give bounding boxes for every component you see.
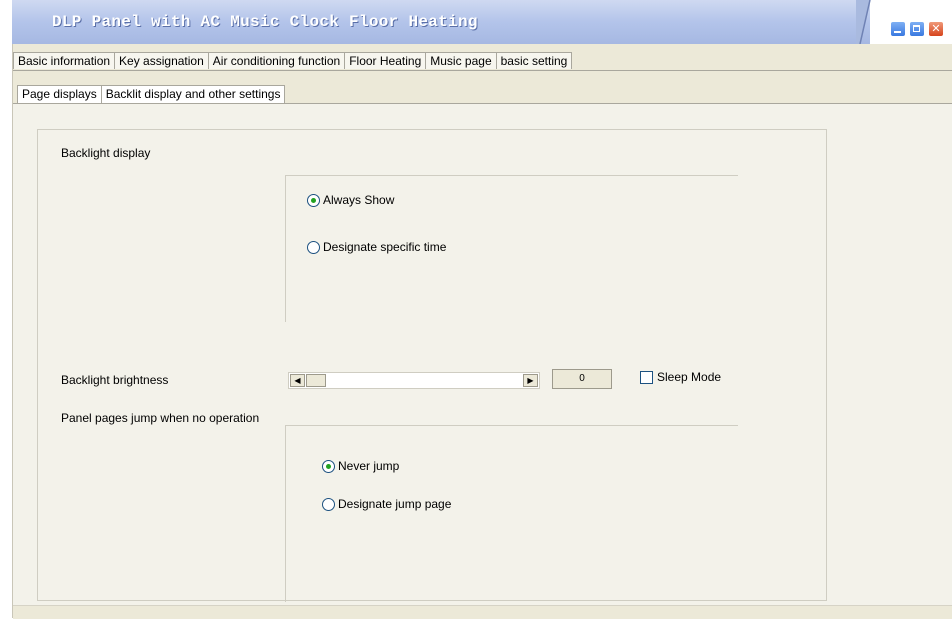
scroll-left-arrow-icon[interactable]: ◀ xyxy=(290,374,305,387)
radio-always-show-label: Always Show xyxy=(323,193,395,207)
tab-divider xyxy=(13,70,952,71)
close-button[interactable]: ✕ xyxy=(928,21,944,37)
radio-designate-jump-label: Designate jump page xyxy=(338,497,452,511)
radio-designate-jump[interactable]: Designate jump page xyxy=(322,497,451,511)
panel-jump-label: Panel pages jump when no operation xyxy=(61,411,260,425)
main-window: Basic information Key assignation Air co… xyxy=(12,44,952,619)
tab-music-page[interactable]: Music page xyxy=(425,52,497,69)
tab-air-conditioning[interactable]: Air conditioning function xyxy=(207,52,346,69)
status-bar xyxy=(13,605,952,619)
radio-always-show[interactable]: Always Show xyxy=(307,193,394,207)
tab-floor-heating[interactable]: Floor Heating xyxy=(344,52,427,69)
radio-never-jump-label: Never jump xyxy=(338,459,400,473)
maximize-button[interactable] xyxy=(909,21,925,37)
sub-tabs: Page displays Backlit display and other … xyxy=(17,85,286,104)
sleep-mode-label: Sleep Mode xyxy=(657,370,722,384)
subtab-page-displays[interactable]: Page displays xyxy=(17,85,102,103)
brightness-value: 0 xyxy=(552,369,612,389)
brightness-slider[interactable]: ◀ ▶ xyxy=(288,372,540,389)
radio-designate-time[interactable]: Designate specific time xyxy=(307,240,446,254)
backlight-display-label: Backlight display xyxy=(61,146,151,160)
radio-never-jump-dot xyxy=(322,459,335,473)
backlight-brightness-label: Backlight brightness xyxy=(61,373,169,387)
scroll-thumb[interactable] xyxy=(306,374,326,387)
radio-always-show-dot xyxy=(307,193,320,207)
main-tabs: Basic information Key assignation Air co… xyxy=(13,52,573,70)
close-icon: ✕ xyxy=(931,22,941,35)
window-title: DLP Panel with AC Music Clock Floor Heat… xyxy=(52,13,478,31)
minimize-button[interactable] xyxy=(890,21,906,37)
radio-designate-time-dot xyxy=(307,240,320,254)
radio-never-jump[interactable]: Never jump xyxy=(322,459,399,473)
subtab-backlit-display[interactable]: Backlit display and other settings xyxy=(100,85,286,104)
tab-key-assignation[interactable]: Key assignation xyxy=(114,52,209,69)
panel-jump-frame xyxy=(285,425,738,602)
title-slant xyxy=(856,0,871,44)
tab-basic-information[interactable]: Basic information xyxy=(13,52,116,69)
tab-basic-setting[interactable]: basic setting xyxy=(495,52,573,69)
scroll-right-arrow-icon[interactable]: ▶ xyxy=(523,374,538,387)
settings-group: Backlight display Always Show Designate … xyxy=(37,129,827,602)
title-bar: DLP Panel with AC Music Clock Floor Heat… xyxy=(12,0,952,45)
sleep-mode-box xyxy=(640,370,653,384)
radio-designate-jump-dot xyxy=(322,497,335,511)
radio-designate-time-label: Designate specific time xyxy=(323,240,447,254)
sleep-mode-checkbox[interactable]: Sleep Mode xyxy=(640,370,721,384)
settings-page: Backlight display Always Show Designate … xyxy=(13,103,952,606)
